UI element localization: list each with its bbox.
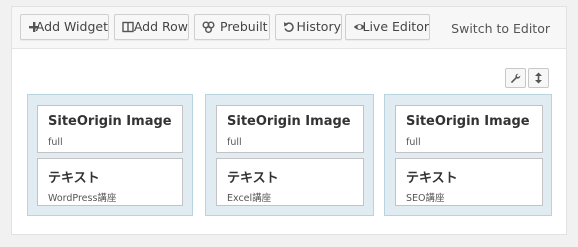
- widget-description: WordPress講座: [48, 193, 117, 204]
- add-row-button[interactable]: Add Row: [114, 14, 189, 40]
- widget-image-2[interactable]: SiteOrigin Image full: [216, 105, 364, 153]
- row-cell-2[interactable]: SiteOrigin Image full テキスト Excel講座: [205, 94, 374, 216]
- add-widget-label: Add Widget: [35, 19, 108, 34]
- move-row-button[interactable]: [528, 68, 549, 88]
- group-icon: [202, 21, 215, 33]
- history-label: History: [296, 19, 341, 34]
- widget-title: テキスト: [48, 171, 100, 186]
- widget-text-3[interactable]: テキスト SEO講座: [395, 158, 543, 206]
- plus-icon: [28, 21, 39, 33]
- widget-title: SiteOrigin Image: [48, 114, 172, 129]
- eye-icon: [353, 21, 366, 33]
- widget-image-1[interactable]: SiteOrigin Image full: [37, 105, 183, 153]
- widget-image-3[interactable]: SiteOrigin Image full: [395, 105, 543, 153]
- switch-to-editor-link[interactable]: Switch to Editor: [451, 21, 550, 36]
- wrench-icon: [510, 69, 521, 88]
- widget-description: full: [48, 137, 63, 148]
- undo-icon: [283, 21, 294, 33]
- widget-description: full: [227, 137, 242, 148]
- prebuilt-button[interactable]: Prebuilt: [194, 14, 270, 40]
- columns-icon: [122, 21, 134, 33]
- widget-description: Excel講座: [227, 193, 272, 204]
- widget-title: テキスト: [406, 171, 458, 186]
- history-button[interactable]: History: [275, 14, 342, 40]
- edit-row-button[interactable]: [505, 68, 526, 88]
- widget-title: SiteOrigin Image: [406, 114, 530, 129]
- page-builder-toolbar: Add Widget Add Row Prebuilt History Live: [12, 7, 566, 49]
- widget-text-2[interactable]: テキスト Excel講座: [216, 158, 364, 206]
- page-builder-panel: Add Widget Add Row Prebuilt History Live: [11, 6, 567, 235]
- add-widget-button[interactable]: Add Widget: [20, 14, 109, 40]
- widget-description: SEO講座: [406, 193, 445, 204]
- live-editor-button[interactable]: Live Editor: [345, 14, 430, 40]
- widget-title: テキスト: [227, 171, 279, 186]
- vertical-arrows-icon: [534, 69, 543, 88]
- prebuilt-label: Prebuilt: [220, 19, 268, 34]
- row-cell-1[interactable]: SiteOrigin Image full テキスト WordPress講座: [27, 94, 193, 216]
- widget-description: full: [406, 137, 421, 148]
- add-row-label: Add Row: [133, 19, 188, 34]
- row-cell-3[interactable]: SiteOrigin Image full テキスト SEO講座: [384, 94, 552, 216]
- live-editor-label: Live Editor: [362, 19, 430, 34]
- widget-title: SiteOrigin Image: [227, 114, 351, 129]
- widget-text-1[interactable]: テキスト WordPress講座: [37, 158, 183, 206]
